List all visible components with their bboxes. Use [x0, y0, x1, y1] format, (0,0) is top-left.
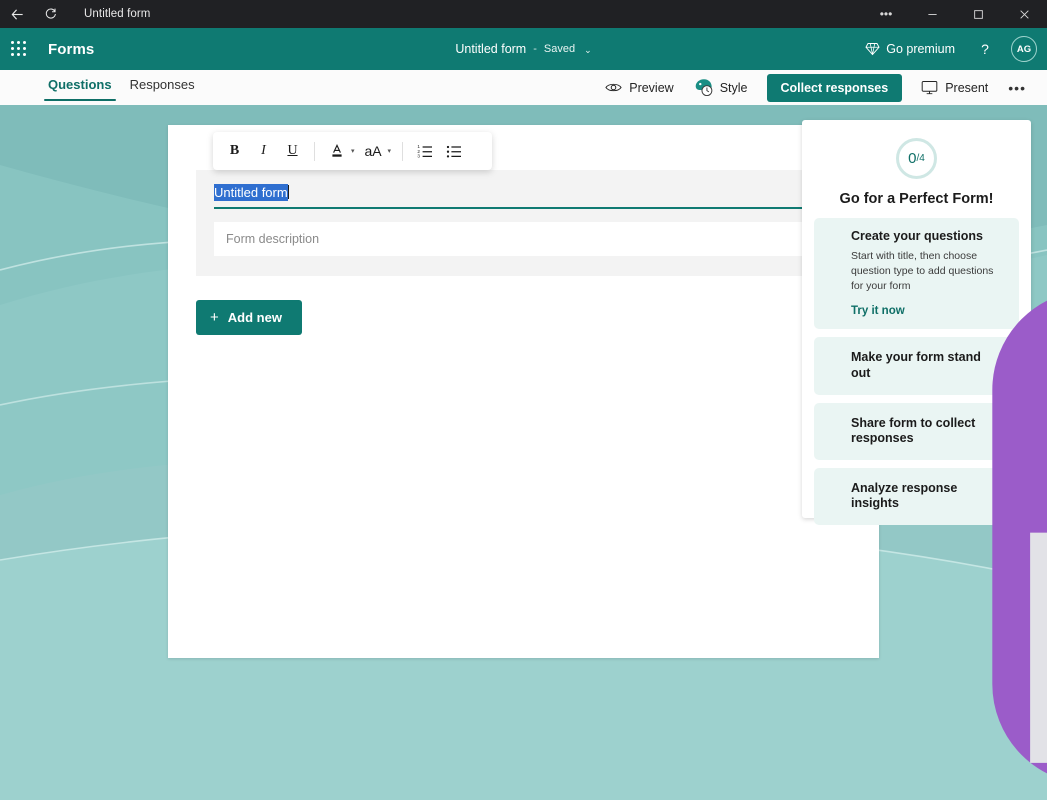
- numbered-list-icon: 1 2 3: [417, 143, 433, 159]
- form-description-input[interactable]: Form description: [214, 222, 833, 256]
- toolbar-divider: [402, 142, 403, 161]
- titlebar-more-button[interactable]: •••: [863, 0, 909, 28]
- bold-button[interactable]: B: [221, 138, 248, 165]
- tab-list: Questions Responses: [44, 70, 199, 105]
- back-arrow-icon: [10, 7, 25, 22]
- avatar[interactable]: AG: [1011, 36, 1037, 62]
- save-status-label: Saved: [544, 43, 575, 55]
- chevron-down-icon[interactable]: ⌄: [584, 45, 592, 56]
- bulleted-list-icon: [446, 143, 462, 159]
- minimize-button[interactable]: [909, 0, 955, 28]
- maximize-icon: [973, 9, 984, 20]
- form-name-label[interactable]: Untitled form: [455, 42, 526, 56]
- go-premium-label: Go premium: [886, 42, 955, 56]
- close-icon: [1019, 9, 1030, 20]
- svg-text:3: 3: [417, 154, 420, 159]
- tab-responses[interactable]: Responses: [126, 70, 199, 105]
- numbered-list-button[interactable]: 1 2 3: [411, 138, 438, 165]
- suggestion-card-analyze-insights[interactable]: Analyze response insights +: [814, 468, 1019, 525]
- window-title: Untitled form: [84, 8, 151, 20]
- help-button[interactable]: ?: [971, 35, 999, 63]
- bulleted-list-button[interactable]: [440, 138, 467, 165]
- text-format-toolbar: B I U ▾ aA ▾ 1 2 3: [213, 132, 492, 170]
- font-color-icon[interactable]: [323, 138, 350, 165]
- underline-button[interactable]: U: [279, 138, 306, 165]
- italic-button[interactable]: I: [250, 138, 277, 165]
- present-label: Present: [945, 81, 988, 95]
- diamond-icon: [865, 42, 880, 56]
- form-canvas: Untitled form Form description + Add new…: [0, 105, 1047, 800]
- present-button[interactable]: Present: [912, 75, 997, 100]
- preview-label: Preview: [629, 81, 673, 95]
- app-header-actions: Go premium ? AG: [857, 35, 1047, 63]
- go-premium-button[interactable]: Go premium: [857, 37, 963, 61]
- back-button[interactable]: [0, 0, 34, 28]
- preview-button[interactable]: Preview: [596, 76, 682, 100]
- palette-icon: [694, 78, 713, 97]
- add-new-button[interactable]: + Add new: [196, 300, 302, 335]
- title-focus-underline: [214, 207, 833, 209]
- font-size-control[interactable]: aA ▾: [360, 138, 395, 165]
- perfect-form-panel: 0/4 Go for a Perfect Form! Create your q…: [802, 120, 1031, 518]
- style-button[interactable]: Style: [685, 73, 757, 102]
- form-card: Untitled form Form description + Add new: [168, 125, 879, 658]
- refresh-icon: [44, 7, 58, 21]
- minimize-icon: [927, 9, 938, 20]
- tab-questions[interactable]: Questions: [44, 70, 116, 105]
- window-titlebar: Untitled form •••: [0, 0, 1047, 28]
- toolbar-divider: [314, 142, 315, 161]
- collect-responses-button[interactable]: Collect responses: [767, 74, 903, 102]
- monitor-icon: [921, 80, 938, 95]
- eye-icon: [605, 81, 622, 94]
- app-launcher-icon[interactable]: [11, 41, 27, 57]
- close-button[interactable]: [1001, 0, 1047, 28]
- chevron-down-icon[interactable]: ▾: [351, 147, 355, 155]
- font-size-label[interactable]: aA: [360, 138, 387, 165]
- brand-label[interactable]: Forms: [48, 41, 94, 58]
- plus-icon: +: [210, 310, 219, 325]
- form-title-value: Untitled form: [214, 184, 288, 201]
- form-title-input[interactable]: Untitled form: [214, 184, 833, 209]
- add-new-label: Add new: [228, 310, 282, 325]
- suggestion-card-list: Create your questions Start with title, …: [802, 207, 1031, 525]
- command-bar-more-button[interactable]: •••: [999, 75, 1035, 101]
- analytics-icon: [825, 496, 842, 497]
- app-header: Forms Untitled form - Saved ⌄ Go premium…: [0, 28, 1047, 70]
- font-color-control[interactable]: ▾: [323, 138, 358, 165]
- command-bar-actions: Preview Style Collect responses Present …: [596, 73, 1047, 102]
- maximize-button[interactable]: [955, 0, 1001, 28]
- style-label: Style: [720, 81, 748, 95]
- status-separator: -: [533, 43, 537, 55]
- chevron-down-icon[interactable]: ▾: [388, 147, 392, 155]
- text-caret: [288, 185, 289, 199]
- command-bar: Questions Responses Preview Style Collec…: [0, 70, 1047, 105]
- form-title-block: Untitled form Form description: [196, 170, 851, 276]
- refresh-button[interactable]: [34, 0, 68, 28]
